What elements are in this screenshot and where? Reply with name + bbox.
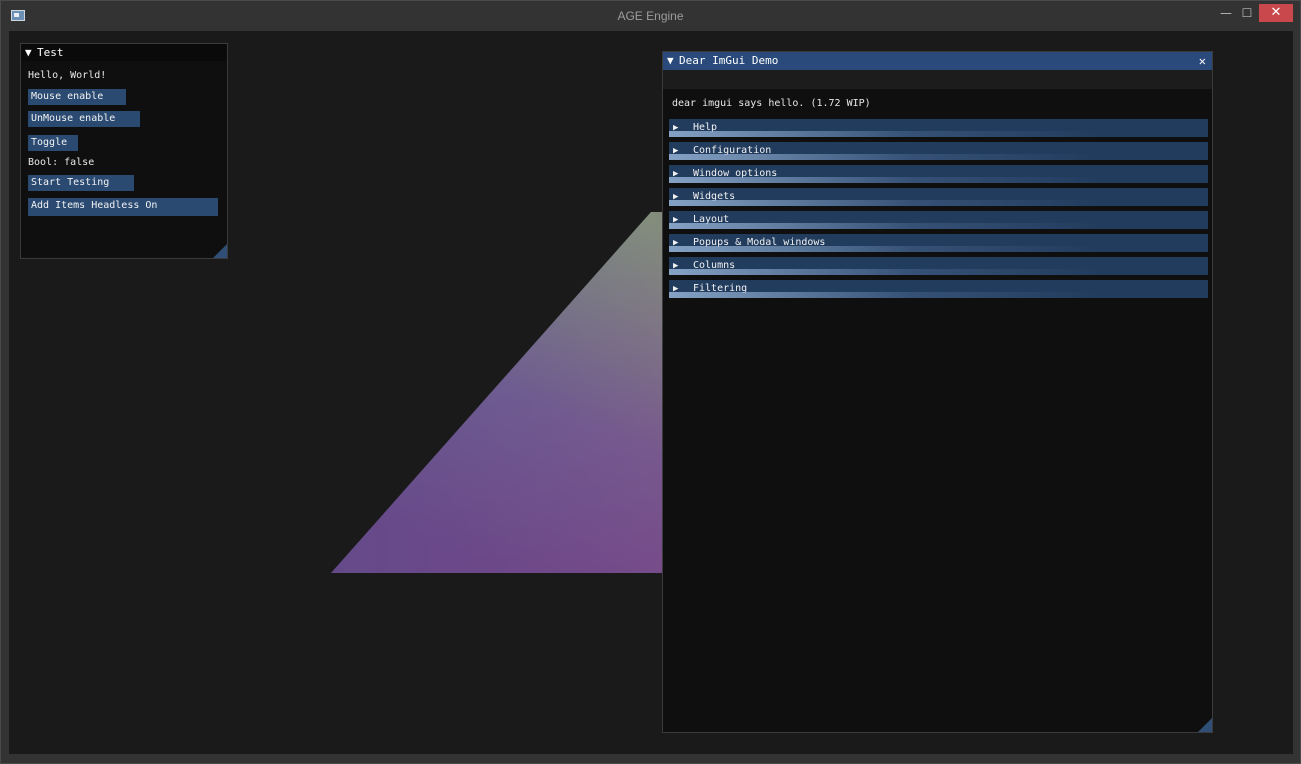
render-viewport[interactable]: ▼ Test Hello, World! Mouse enable UnMouse… — [9, 31, 1293, 754]
hello-text: Hello, World! — [28, 70, 107, 81]
demo-window[interactable]: ▼ Dear ImGui Demo ✕ dear imgui says hello… — [662, 51, 1213, 733]
intro-text: dear imgui says hello. (1.72 WIP) — [672, 98, 871, 109]
window-title: AGE Engine — [617, 9, 684, 23]
test-window-title: Test — [37, 46, 64, 59]
header-sheen — [669, 246, 1208, 252]
close-button[interactable]: ✕ — [1259, 4, 1293, 22]
menu-bar — [663, 70, 1212, 89]
toggle-button[interactable]: Toggle — [28, 135, 78, 151]
header-help[interactable]: ▶ Help — [669, 119, 1208, 137]
close-icon[interactable]: ✕ — [1199, 52, 1206, 70]
collapse-arrow-icon[interactable]: ▼ — [25, 44, 37, 61]
header-filtering[interactable]: ▶ Filtering — [669, 280, 1208, 298]
header-layout[interactable]: ▶ Layout — [669, 211, 1208, 229]
header-sheen — [669, 177, 1208, 183]
bool-text: Bool: false — [28, 157, 95, 168]
header-sheen — [669, 200, 1208, 206]
header-sheen — [669, 223, 1208, 229]
demo-window-title: Dear ImGui Demo — [679, 54, 779, 67]
header-sheen — [669, 292, 1208, 298]
header-columns[interactable]: ▶ Columns — [669, 257, 1208, 275]
header-sheen — [669, 131, 1208, 137]
start-testing-button[interactable]: Start Testing — [28, 175, 134, 191]
header-sheen — [669, 154, 1208, 160]
resize-grip[interactable] — [213, 244, 227, 258]
unmouse-enable-button[interactable]: UnMouse enable — [28, 111, 140, 127]
resize-grip[interactable] — [1198, 718, 1212, 732]
test-window[interactable]: ▼ Test Hello, World! Mouse enable UnMouse… — [20, 43, 228, 259]
header-window-options[interactable]: ▶ Window options — [669, 165, 1208, 183]
header-widgets[interactable]: ▶ Widgets — [669, 188, 1208, 206]
demo-window-titlebar[interactable]: ▼ Dear ImGui Demo ✕ — [663, 52, 1212, 70]
add-items-button[interactable]: Add Items Headless On — [28, 198, 218, 216]
header-popups[interactable]: ▶ Popups & Modal windows — [669, 234, 1208, 252]
test-window-titlebar[interactable]: ▼ Test — [21, 44, 227, 61]
mouse-enable-button[interactable]: Mouse enable — [28, 89, 126, 105]
app-window: AGE Engine — ☐ ✕ ▼ Test Hello, World! Mo… — [0, 0, 1301, 764]
header-configuration[interactable]: ▶ Configuration — [669, 142, 1208, 160]
header-sheen — [669, 269, 1208, 275]
minimize-button[interactable]: — — [1216, 4, 1236, 22]
maximize-button[interactable]: ☐ — [1237, 4, 1257, 22]
collapse-arrow-icon[interactable]: ▼ — [667, 52, 679, 70]
title-bar[interactable]: AGE Engine — ☐ ✕ — [1, 1, 1300, 31]
